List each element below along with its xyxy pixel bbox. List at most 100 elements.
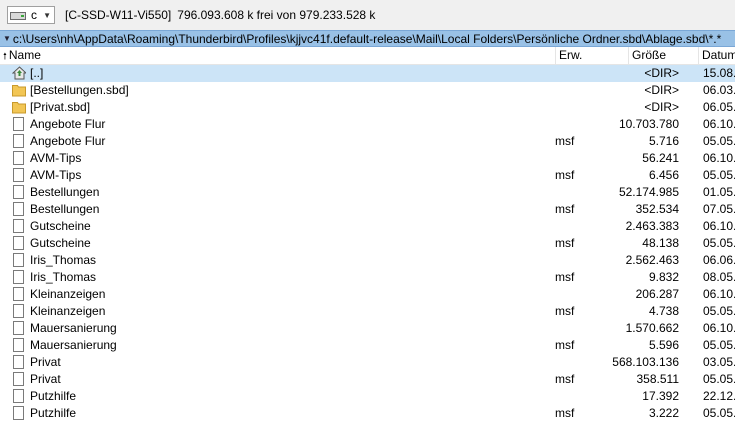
file-icon [12,389,26,404]
file-size: 2.562.463 [625,253,679,267]
file-row[interactable]: AVM-Tips 56.241 06.10.2 [0,150,735,167]
drive-icon [10,10,26,21]
file-row[interactable]: Iris_Thomasmsf9.83208.05.2 [0,269,735,286]
file-icon [12,168,26,183]
file-name: [..] [30,66,44,80]
file-icon [12,134,26,149]
file-name: Gutscheine [30,236,91,250]
file-size: 10.703.780 [618,117,679,131]
file-icon [12,355,26,370]
file-size: 1.570.662 [625,321,679,335]
file-row[interactable]: Gutscheine 2.463.383 06.10.2 [0,218,735,235]
file-row[interactable]: Putzhilfemsf3.22205.05.2 [0,405,735,422]
file-icon [12,287,26,302]
file-date: 05.05.2 [703,236,735,250]
column-name-label: Name [8,48,41,62]
file-row[interactable]: Bestellungenmsf352.53407.05.2 [0,201,735,218]
file-icon [12,219,26,234]
file-name: Iris_Thomas [30,270,97,284]
current-path: c:\Users\nh\AppData\Roaming\Thunderbird\… [12,31,722,46]
file-date: 06.10.2 [703,287,735,301]
drive-select[interactable]: c ▼ [7,6,55,24]
file-size: 5.716 [648,134,679,148]
file-row[interactable]: Iris_Thomas 2.562.463 06.06.2 [0,252,735,269]
file-name: Angebote Flur [30,117,106,131]
file-row[interactable]: Privat 568.103.136 03.05.2 [0,354,735,371]
file-size: 358.511 [636,372,680,386]
history-dropdown-icon[interactable]: ▼ [3,34,11,43]
file-row[interactable]: [Privat.sbd] <DIR> 06.05.2 [0,99,735,116]
file-row[interactable]: Mauersanierungmsf5.59605.05.2 [0,337,735,354]
file-date: 05.05.2 [703,134,735,148]
file-icon [12,151,26,166]
file-size: 9.832 [648,270,679,284]
file-icon [12,372,26,387]
file-date: 05.05.2 [703,338,735,352]
file-row[interactable]: Angebote Flur 10.703.780 06.10.2 [0,116,735,133]
file-size: 52.174.985 [618,185,679,199]
file-icon [12,321,26,336]
file-size: 5.596 [648,338,679,352]
file-date: 06.10.2 [703,219,735,233]
file-icon [12,270,26,285]
file-size: <DIR> [644,83,679,97]
file-name: Iris_Thomas [30,253,97,267]
file-name: Putzhilfe [30,389,77,403]
file-size: 568.103.136 [612,355,679,369]
file-row[interactable]: Kleinanzeigenmsf4.73805.05.2 [0,303,735,320]
file-date: 06.10.2 [703,151,735,165]
file-name: Bestellungen [30,185,100,199]
file-icon [12,304,26,319]
file-date: 05.05.2 [703,304,735,318]
file-name: Bestellungen [30,202,100,216]
file-size: 206.287 [635,287,679,301]
column-header: 🠕 Name Erw. Größe Datum [0,47,735,65]
file-list: [..] <DIR> 15.08.2 [Bestellungen.sbd] <DIR> 0… [0,65,735,422]
file-row[interactable]: Putzhilfe 17.392 22.12.2 [0,388,735,405]
file-date: 01.05.2 [703,185,735,199]
file-date: 08.05.2 [703,270,735,284]
file-row[interactable]: AVM-Tipsmsf6.45605.05.2 [0,167,735,184]
file-row[interactable]: Mauersanierung 1.570.662 06.10.2 [0,320,735,337]
column-date[interactable]: Datum [699,47,735,64]
file-row[interactable]: Gutscheinemsf48.13805.05.2 [0,235,735,252]
chevron-down-icon: ▼ [43,10,51,20]
up-dir-icon [12,66,26,81]
column-name[interactable]: 🠕 Name [0,47,556,64]
path-bar[interactable]: ▼ c:\Users\nh\AppData\Roaming\Thunderbir… [0,30,735,47]
file-icon [12,253,26,268]
file-name: Privat [30,355,61,369]
file-date: 06.06.2 [703,253,735,267]
file-date: 05.05.2 [703,168,735,182]
file-row[interactable]: Bestellungen 52.174.985 01.05.2 [0,184,735,201]
file-name: AVM-Tips [30,168,82,182]
column-size[interactable]: Größe [629,47,699,64]
file-name: Gutscheine [30,219,91,233]
file-row[interactable]: Kleinanzeigen 206.287 06.10.2 [0,286,735,303]
file-size: 352.534 [635,202,679,216]
file-name: Mauersanierung [30,338,117,352]
file-date: 05.05.2 [703,372,735,386]
file-icon [12,338,26,353]
folder-icon [12,100,26,115]
column-ext[interactable]: Erw. [556,47,629,64]
volume-label: [C-SSD-W11-Vi550] [65,8,172,22]
file-row[interactable]: [..] <DIR> 15.08.2 [0,65,735,82]
file-size: 48.138 [642,236,679,250]
file-date: 06.05.2 [703,100,735,114]
file-size: 2.463.383 [625,219,679,233]
file-date: 15.08.2 [703,66,735,80]
file-name: Angebote Flur [30,134,106,148]
file-row[interactable]: Privatmsf358.51105.05.2 [0,371,735,388]
file-size: 4.738 [648,304,679,318]
file-icon [12,202,26,217]
file-date: 03.05.2 [703,355,735,369]
file-name: Kleinanzeigen [30,287,106,301]
file-size: 17.392 [642,389,679,403]
file-size: 6.456 [648,168,679,182]
file-row[interactable]: [Bestellungen.sbd] <DIR> 06.03.2 [0,82,735,99]
sort-up-icon: 🠕 [3,51,7,61]
file-size: 3.222 [648,406,679,420]
folder-icon [12,83,26,98]
file-row[interactable]: Angebote Flurmsf5.71605.05.2 [0,133,735,150]
